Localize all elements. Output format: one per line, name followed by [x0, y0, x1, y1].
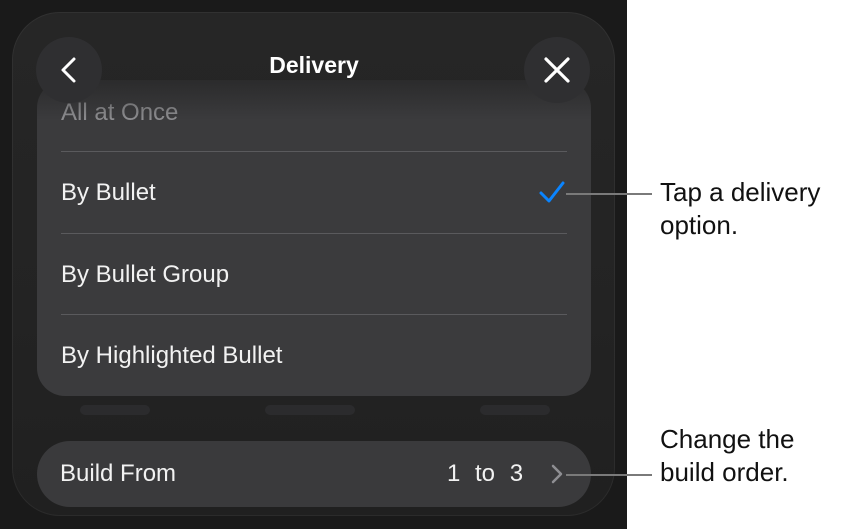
option-label: By Bullet — [61, 178, 156, 206]
background-ghost — [265, 405, 355, 415]
option-by-bullet[interactable]: By Bullet — [37, 152, 591, 233]
delivery-options-list: All at Once By Bullet By Bullet Group By… — [37, 80, 591, 396]
callout-delivery: Tap a delivery option. — [660, 177, 821, 240]
callout-build: Change the build order. — [660, 424, 795, 487]
back-button[interactable] — [36, 37, 102, 103]
chevron-left-icon — [61, 57, 76, 83]
option-by-bullet-group[interactable]: By Bullet Group — [37, 234, 591, 315]
build-from-label: Build From — [60, 460, 177, 487]
page-title: Delivery — [269, 52, 359, 78]
background-ghost — [480, 405, 550, 415]
build-from-row[interactable]: Build From 1 to 3 — [37, 441, 591, 507]
background-ghost — [80, 405, 150, 415]
chevron-right-icon — [551, 464, 563, 484]
close-button[interactable] — [524, 37, 590, 103]
option-label: By Highlighted Bullet — [61, 341, 283, 369]
checkmark-icon — [539, 181, 565, 203]
build-from-value: 1 to 3 — [447, 460, 524, 487]
callout-line-build — [566, 474, 652, 476]
option-all-at-once[interactable]: All at Once — [37, 80, 591, 153]
close-icon — [544, 57, 570, 83]
callout-line-delivery — [566, 193, 652, 195]
option-by-highlighted-bullet[interactable]: By Highlighted Bullet — [37, 315, 591, 396]
option-label: By Bullet Group — [61, 260, 230, 288]
